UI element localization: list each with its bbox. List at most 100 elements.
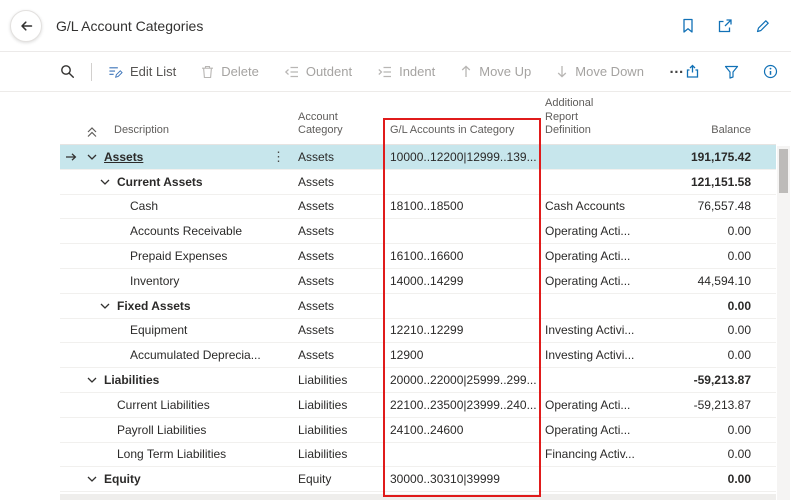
description-cell[interactable]: Prepaid Expenses — [84, 244, 294, 268]
account-category-cell[interactable]: Liabilities — [294, 443, 386, 467]
column-balance[interactable]: Balance — [653, 124, 751, 138]
account-category-cell[interactable]: Assets — [294, 269, 386, 293]
gl-accounts-cell[interactable]: 10000..12200|12999..139... — [386, 145, 541, 169]
column-additional-report[interactable]: Additional Report Definition — [541, 97, 653, 138]
chevron-down-icon[interactable] — [87, 377, 104, 383]
row-select-gutter[interactable] — [60, 145, 84, 169]
description-cell[interactable]: Cash — [84, 195, 294, 219]
balance-cell[interactable]: 191,175.42 — [653, 145, 751, 169]
table-row[interactable]: Prepaid Expenses Assets 16100..16600 Operat… — [60, 244, 776, 269]
balance-cell[interactable]: 0.00 — [653, 343, 751, 367]
row-select-gutter[interactable] — [60, 219, 84, 243]
account-category-cell[interactable]: Liabilities — [294, 368, 386, 392]
column-account-category[interactable]: Account Category — [294, 111, 386, 139]
collapse-all-icon[interactable] — [87, 127, 97, 138]
gl-accounts-cell[interactable]: 16100..16600 — [386, 244, 541, 268]
account-category-cell[interactable]: Assets — [294, 219, 386, 243]
gl-accounts-cell[interactable]: 12210..12299 — [386, 319, 541, 343]
description-cell[interactable]: Liabilities — [84, 368, 294, 392]
table-row[interactable]: Payroll Liabilities Liabilities 24100..246… — [60, 418, 776, 443]
vertical-scrollbar-thumb[interactable] — [779, 149, 788, 193]
gl-accounts-cell[interactable]: 24100..24600 — [386, 418, 541, 442]
move-up-button[interactable]: Move Up — [460, 64, 531, 79]
table-row[interactable]: Inventory Assets 14000..14299 Operating Act… — [60, 269, 776, 294]
table-row[interactable]: Current Assets Assets 121,151.58 — [60, 170, 776, 195]
table-row[interactable]: Current Liabilities Liabilities 22100..235… — [60, 393, 776, 418]
row-select-gutter[interactable] — [60, 443, 84, 467]
table-row[interactable]: Long Term Liabilities Liabilities Financin… — [60, 443, 776, 468]
table-row[interactable]: Assets ⋮ Assets 10000..12200|12999..139... 1… — [60, 145, 776, 170]
table-row[interactable]: Accumulated Deprecia... Assets 12900 Invest… — [60, 343, 776, 369]
description-cell[interactable]: Accounts Receivable — [84, 219, 294, 243]
gl-accounts-cell[interactable]: 12900 — [386, 343, 541, 367]
move-down-button[interactable]: Move Down — [556, 64, 644, 79]
back-button[interactable] — [10, 9, 42, 42]
popout-button[interactable] — [717, 18, 733, 34]
description-cell[interactable]: Inventory — [84, 269, 294, 293]
account-category-cell[interactable]: Assets — [294, 170, 386, 194]
report-definition-cell[interactable]: Financing Activ... — [541, 443, 653, 467]
search-button[interactable] — [60, 64, 75, 79]
description-cell[interactable]: Assets ⋮ — [84, 145, 294, 169]
row-select-gutter[interactable] — [60, 294, 84, 318]
column-gl-accounts[interactable]: G/L Accounts in Category — [386, 124, 541, 138]
account-category-cell[interactable]: Assets — [294, 244, 386, 268]
outdent-button[interactable]: Outdent — [284, 64, 352, 79]
row-select-gutter[interactable] — [60, 244, 84, 268]
balance-cell[interactable]: -59,213.87 — [653, 393, 751, 417]
report-definition-cell[interactable] — [541, 170, 653, 194]
description-cell[interactable]: Long Term Liabilities — [84, 443, 294, 467]
chevron-down-icon[interactable] — [100, 303, 117, 309]
account-category-cell[interactable]: Liabilities — [294, 418, 386, 442]
report-definition-cell[interactable]: Operating Acti... — [541, 418, 653, 442]
gl-accounts-cell[interactable]: 30000..30310|39999 — [386, 467, 541, 491]
account-category-cell[interactable]: Assets — [294, 294, 386, 318]
gl-accounts-cell[interactable] — [386, 219, 541, 243]
edit-list-button[interactable]: Edit List — [108, 64, 176, 79]
report-definition-cell[interactable]: Operating Acti... — [541, 244, 653, 268]
delete-button[interactable]: Delete — [201, 64, 259, 79]
bookmark-button[interactable] — [681, 18, 695, 34]
chevron-down-icon[interactable] — [87, 154, 104, 160]
row-select-gutter[interactable] — [60, 343, 84, 367]
table-row[interactable]: Equity Equity 30000..30310|39999 0.00 — [60, 467, 776, 493]
balance-cell[interactable]: 0.00 — [653, 244, 751, 268]
more-options-button[interactable]: … — [669, 61, 685, 80]
report-definition-cell[interactable] — [541, 145, 653, 169]
row-select-gutter[interactable] — [60, 368, 84, 392]
edit-button[interactable] — [755, 18, 771, 34]
row-select-gutter[interactable] — [60, 195, 84, 219]
vertical-scrollbar[interactable] — [777, 146, 790, 500]
account-category-cell[interactable]: Assets — [294, 343, 386, 367]
gl-accounts-cell[interactable]: 20000..22000|25999..299... — [386, 368, 541, 392]
row-select-gutter[interactable] — [60, 170, 84, 194]
description-cell[interactable]: Current Assets — [84, 170, 294, 194]
table-row[interactable]: Cash Assets 18100..18500 Cash Accounts 76,55… — [60, 195, 776, 220]
gl-accounts-cell[interactable]: 14000..14299 — [386, 269, 541, 293]
horizontal-scrollbar[interactable] — [60, 494, 776, 500]
description-cell[interactable]: Equipment — [84, 319, 294, 343]
report-definition-cell[interactable] — [541, 467, 653, 491]
gl-accounts-cell[interactable] — [386, 443, 541, 467]
report-definition-cell[interactable] — [541, 294, 653, 318]
description-cell[interactable]: Equity — [84, 467, 294, 491]
chevron-down-icon[interactable] — [87, 476, 104, 483]
description-cell[interactable]: Current Liabilities — [84, 393, 294, 417]
row-select-gutter[interactable] — [60, 319, 84, 343]
balance-cell[interactable]: 0.00 — [653, 418, 751, 442]
report-definition-cell[interactable]: Investing Activi... — [541, 319, 653, 343]
report-definition-cell[interactable]: Operating Acti... — [541, 219, 653, 243]
report-definition-cell[interactable]: Operating Acti... — [541, 393, 653, 417]
account-category-cell[interactable]: Assets — [294, 319, 386, 343]
balance-cell[interactable]: 0.00 — [653, 443, 751, 467]
balance-cell[interactable]: 0.00 — [653, 219, 751, 243]
gl-accounts-cell[interactable]: 18100..18500 — [386, 195, 541, 219]
account-category-cell[interactable]: Equity — [294, 467, 386, 491]
account-category-cell[interactable]: Liabilities — [294, 393, 386, 417]
row-select-gutter[interactable] — [60, 467, 84, 491]
indent-button[interactable]: Indent — [377, 64, 435, 79]
balance-cell[interactable]: 121,151.58 — [653, 170, 751, 194]
report-definition-cell[interactable]: Cash Accounts — [541, 195, 653, 219]
account-category-cell[interactable]: Assets — [294, 195, 386, 219]
row-select-gutter[interactable] — [60, 393, 84, 417]
